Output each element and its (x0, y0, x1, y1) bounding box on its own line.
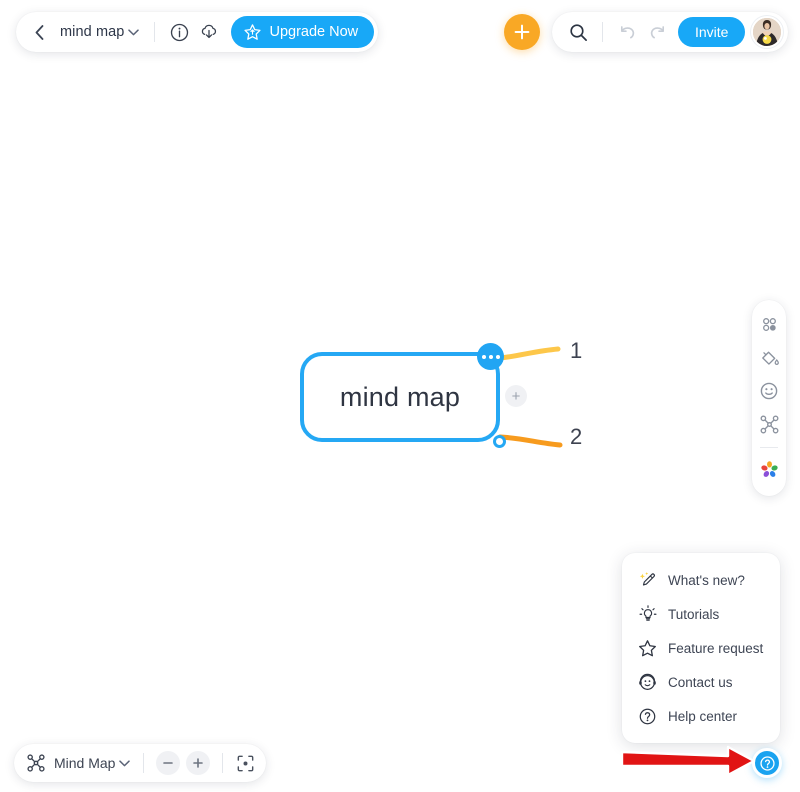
avatar[interactable] (751, 16, 784, 48)
chevron-down-icon (128, 28, 140, 35)
mindmap-cluster-icon (760, 415, 778, 434)
bottom-toolbar: Mind Map (14, 744, 267, 782)
menu-item-tutorials[interactable]: Tutorials (622, 597, 780, 631)
side-toolbar-item-layout[interactable] (752, 309, 786, 340)
menu-item-whats-new[interactable]: What's new? (622, 563, 780, 597)
undo-arrow-icon (620, 25, 634, 38)
menu-item-label: Help center (668, 708, 738, 724)
redo-button[interactable] (642, 17, 672, 47)
emoji-smiley-icon (760, 382, 778, 400)
add-child-node-button[interactable]: + (505, 385, 527, 407)
more-dots-icon (495, 354, 500, 359)
side-toolbar (752, 300, 786, 496)
star-badge-icon (244, 23, 262, 40)
search-button[interactable] (563, 17, 593, 47)
help-fab-button[interactable] (752, 748, 782, 778)
headset-face-icon (638, 673, 657, 692)
star-outline-icon (638, 639, 657, 658)
side-toolbar-item-structure[interactable] (752, 409, 786, 440)
add-button[interactable] (504, 14, 540, 50)
invite-button[interactable]: Invite (678, 17, 746, 47)
more-dots-icon (488, 354, 493, 359)
document-title[interactable]: mind map (52, 24, 128, 40)
question-circle-icon (759, 755, 775, 771)
document-title-dropdown[interactable] (128, 28, 145, 36)
divider (143, 753, 145, 773)
divider (602, 22, 603, 42)
side-toolbar-item-emoji[interactable] (752, 375, 786, 406)
menu-item-help-center[interactable]: Help center (622, 699, 780, 733)
color-palette-flower-icon (760, 461, 778, 477)
menu-item-feature-request[interactable]: Feature request (622, 631, 780, 665)
zoom-in-button[interactable] (186, 751, 211, 775)
layout-dots-icon (762, 318, 776, 332)
invite-label: Invite (695, 24, 729, 40)
divider (154, 22, 156, 42)
upgrade-now-button[interactable]: Upgrade Now (231, 16, 375, 48)
paint-bucket-icon (761, 351, 779, 366)
side-toolbar-item-theme[interactable] (752, 342, 786, 373)
zoom-out-button[interactable] (156, 751, 181, 775)
branch-label-2: 2 (570, 424, 583, 449)
minus-icon (163, 762, 174, 764)
menu-item-label: Feature request (668, 640, 764, 656)
mode-label: Mind Map (54, 755, 116, 771)
question-circle-icon (638, 707, 657, 726)
cloud-download-icon (202, 24, 217, 39)
side-toolbar-item-palette[interactable] (752, 454, 786, 485)
plus-icon (514, 24, 530, 40)
download-button[interactable] (194, 17, 224, 47)
chevron-left-icon (35, 24, 43, 40)
search-icon (569, 23, 587, 41)
back-button[interactable] (26, 18, 52, 46)
fit-to-screen-icon (237, 755, 254, 771)
root-node[interactable]: mind map (300, 352, 500, 442)
magic-pen-icon (638, 571, 657, 590)
root-node-label: mind map (339, 381, 461, 412)
upgrade-now-label: Upgrade Now (269, 24, 359, 40)
plus-icon (193, 758, 204, 768)
branch-path-1 (497, 346, 561, 361)
menu-item-label: Contact us (668, 674, 733, 690)
app-root: mind map + 1 2 mind map Upgrade Now Invi… (0, 0, 800, 792)
document-toolbar: mind map Upgrade Now (16, 12, 379, 52)
divider (222, 753, 224, 773)
mindmap-cluster-icon (26, 753, 46, 773)
main-toolbar: Invite (552, 12, 789, 52)
more-dots-icon (481, 354, 486, 359)
branch-path-2 (497, 434, 563, 448)
info-circle-icon (170, 23, 189, 41)
root-node-more-button[interactable] (477, 343, 504, 370)
fit-to-screen-button[interactable] (232, 750, 258, 776)
undo-button[interactable] (612, 17, 642, 47)
branch-label-1: 1 (570, 338, 583, 363)
menu-item-label: What's new? (668, 572, 745, 588)
help-menu: What's new? Tutorials Feature request Co… (622, 553, 780, 743)
lightbulb-icon (638, 605, 657, 624)
menu-item-label: Tutorials (668, 606, 720, 622)
chevron-down-icon (119, 759, 131, 766)
mode-dropdown[interactable] (119, 759, 134, 767)
menu-item-contact-us[interactable]: Contact us (622, 665, 780, 699)
connector-handle[interactable] (493, 435, 506, 448)
info-button[interactable] (164, 17, 194, 47)
divider (760, 446, 778, 448)
redo-arrow-icon (650, 25, 664, 38)
user-avatar (753, 18, 782, 46)
